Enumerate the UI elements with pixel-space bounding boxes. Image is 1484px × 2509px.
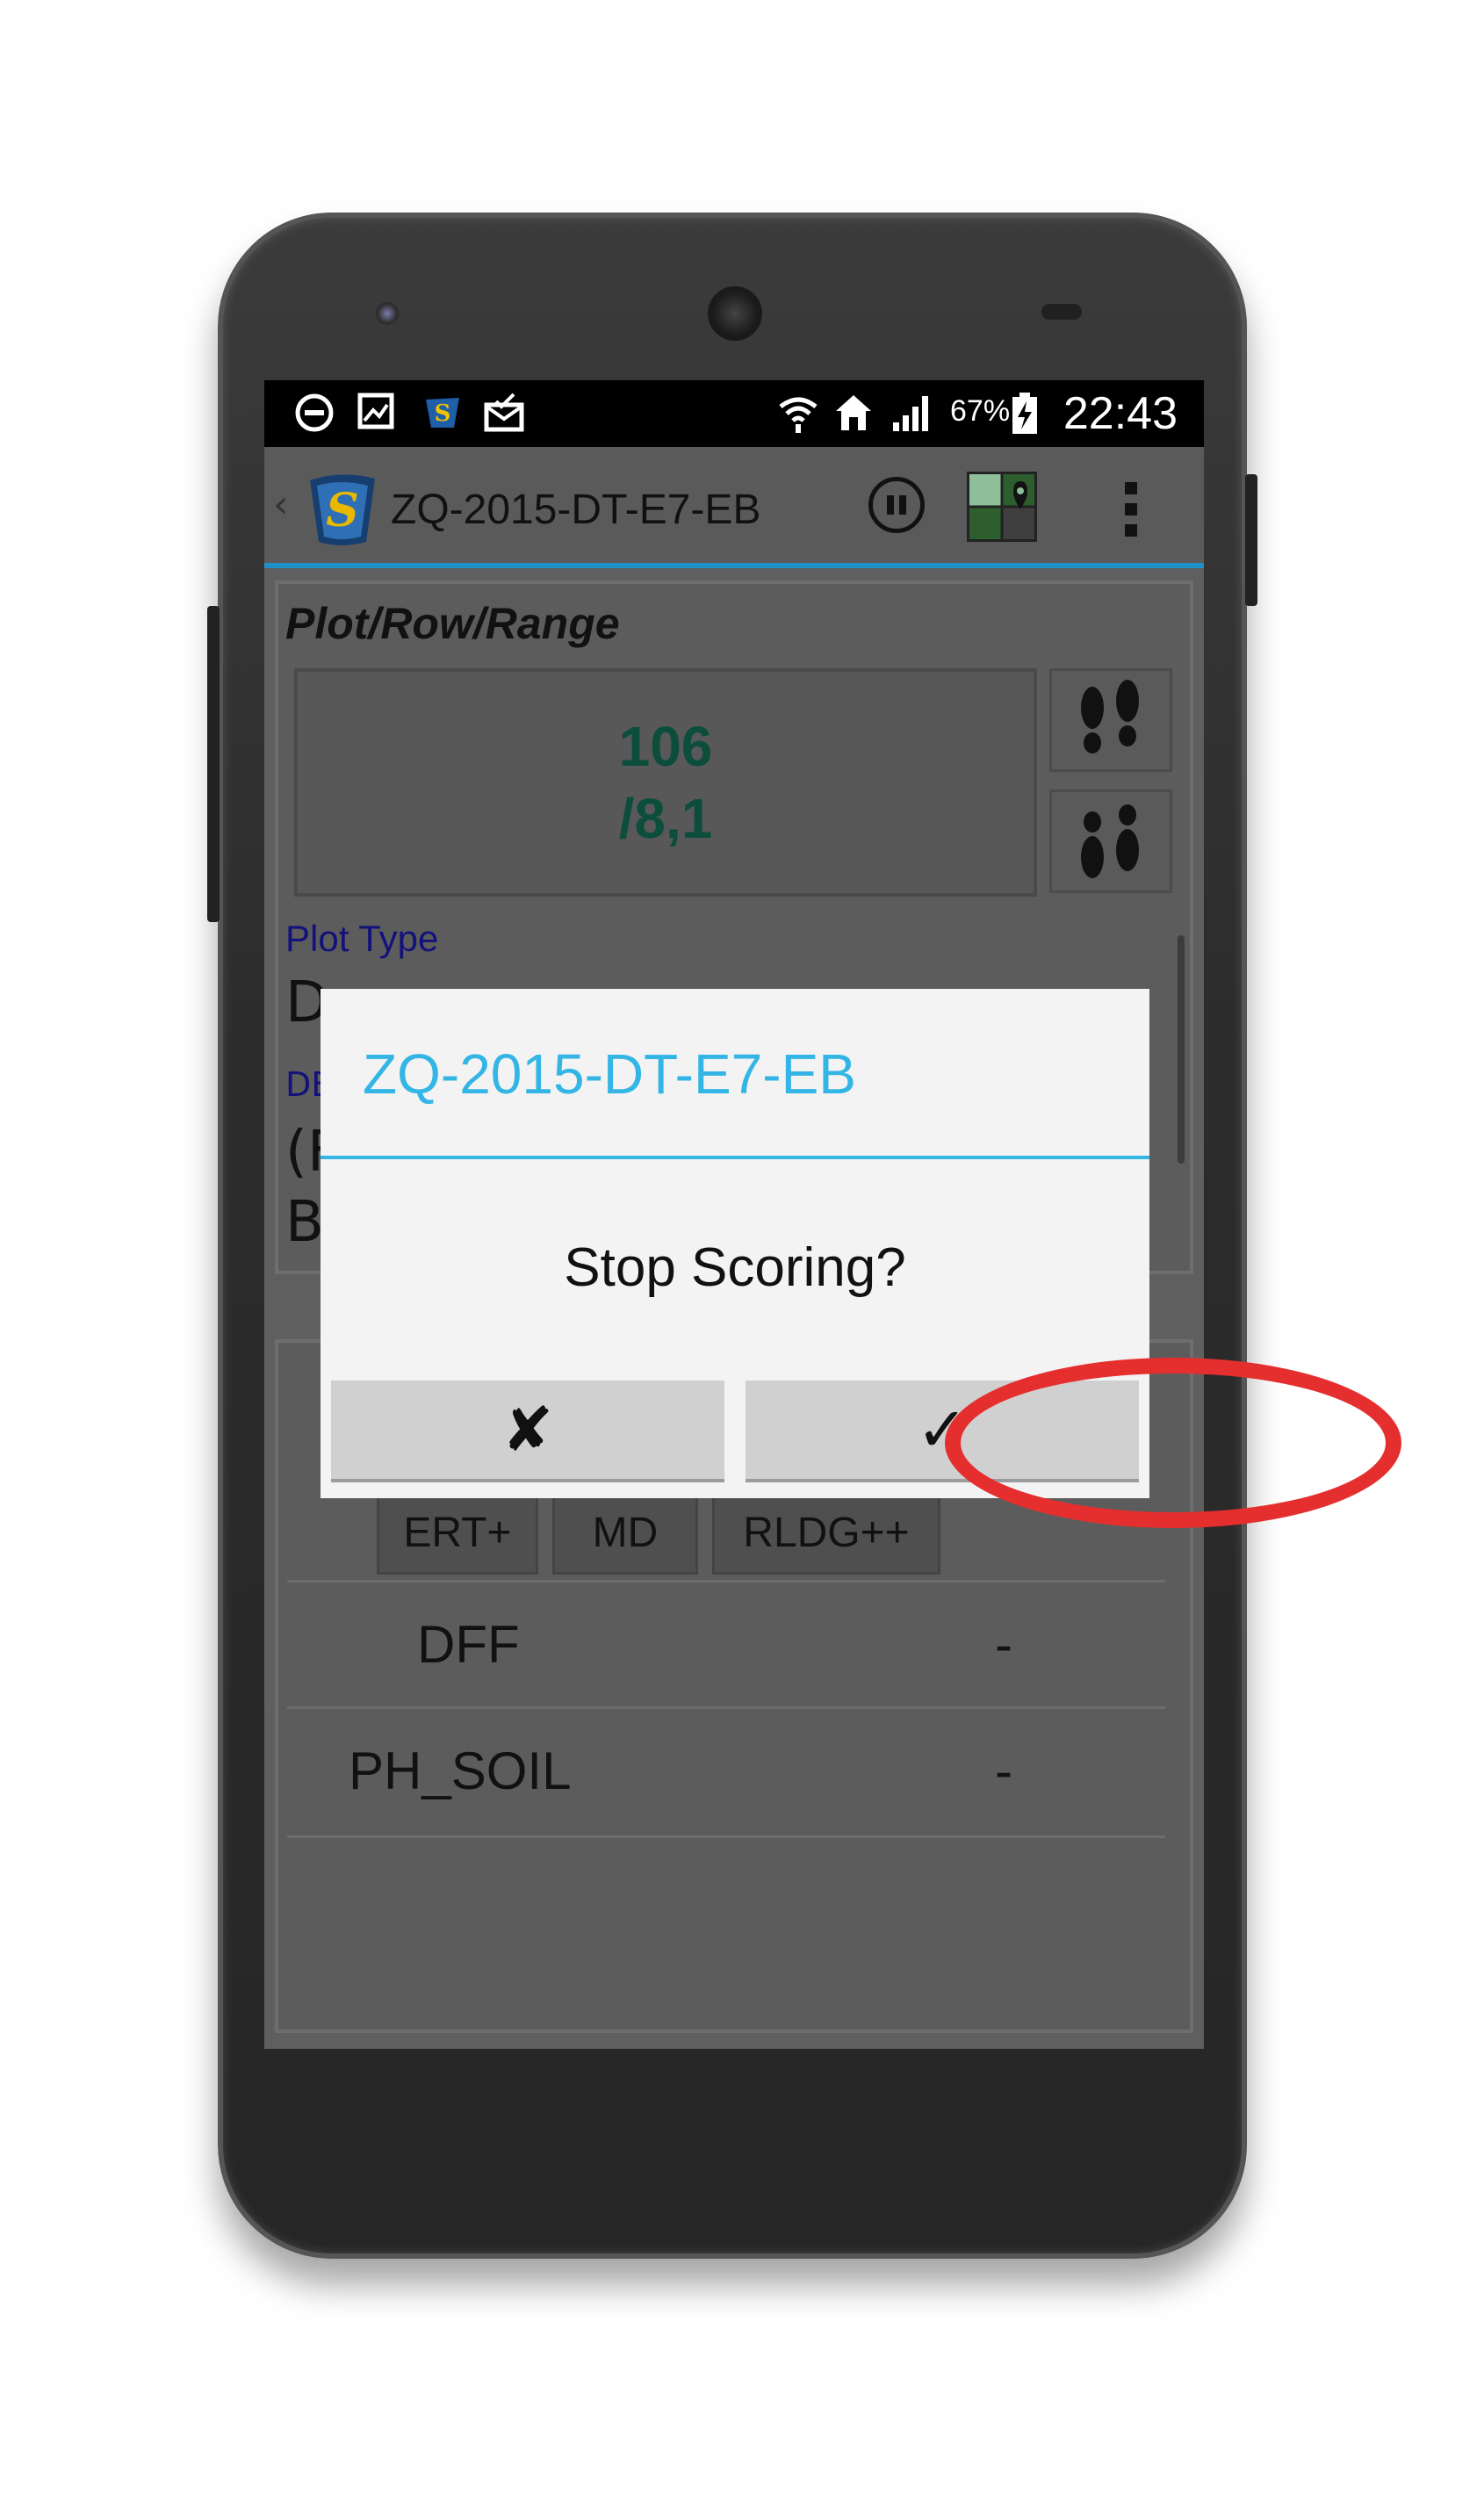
trait-button-rldg[interactable]: RLDG++ — [712, 1494, 940, 1575]
footprints-backward-icon — [1071, 804, 1150, 901]
dialog-divider — [321, 1156, 1149, 1159]
earpiece-speaker — [708, 286, 762, 341]
dialog-title: ZQ-2015-DT-E7-EB — [363, 1042, 856, 1106]
app-logo-notification-icon: S — [422, 393, 463, 442]
battery-percent: 67% — [950, 394, 1011, 428]
trait-name: DFF — [417, 1615, 520, 1674]
plot-type-label: Plot Type — [285, 918, 439, 959]
status-bar: S 67% 22:43 — [264, 380, 1204, 447]
trait-value: - — [995, 1615, 1012, 1674]
home-icon — [833, 393, 874, 442]
plot-number: 106 — [618, 715, 713, 778]
second-attribute-value-line2: B — [285, 1190, 324, 1255]
highlight-ellipse — [945, 1358, 1401, 1528]
next-plot-button[interactable] — [1049, 668, 1172, 772]
volume-button — [207, 606, 220, 922]
map-pin-icon[interactable] — [967, 472, 1037, 542]
back-chevron-icon[interactable]: ‹ — [273, 482, 289, 527]
app-title: ZQ-2015-DT-E7-EB — [391, 487, 761, 533]
mail-notification-icon — [484, 393, 524, 442]
image-notification-icon — [357, 393, 394, 438]
pause-icon[interactable] — [868, 477, 925, 533]
do-not-disturb-icon — [294, 393, 335, 442]
attributes-scrollbar[interactable] — [1178, 935, 1185, 1164]
cancel-button[interactable]: ✘ — [331, 1381, 724, 1482]
overflow-menu-icon[interactable] — [1125, 482, 1139, 538]
plot-row-range-label: Plot/Row/Range — [285, 599, 620, 648]
proximity-sensor — [1041, 304, 1082, 320]
trait-button-md[interactable]: MD — [552, 1494, 698, 1575]
battery-charging-icon — [1011, 393, 1039, 443]
svg-text:S: S — [435, 400, 451, 427]
front-camera — [376, 302, 399, 325]
previous-plot-button[interactable] — [1049, 789, 1172, 893]
signal-icon — [890, 393, 933, 442]
action-bar: ‹ S ZQ-2015-DT-E7-EB — [264, 447, 1204, 568]
wifi-icon — [777, 393, 819, 443]
dialog-message: Stop Scoring? — [564, 1237, 906, 1298]
row-range: /8,1 — [618, 787, 713, 850]
screen: S 67% 22:43 ‹ S ZQ-2015-DT-E7-EB Plot/Ro… — [264, 380, 1204, 2049]
power-button — [1245, 474, 1257, 606]
trait-name: PH_SOIL — [349, 1741, 572, 1800]
app-logo-icon[interactable]: S — [305, 468, 380, 547]
plot-display: 106 /8,1 — [294, 668, 1037, 897]
trait-value: - — [995, 1741, 1012, 1800]
status-clock: 22:43 — [1063, 388, 1178, 439]
svg-text:S: S — [326, 484, 359, 537]
trait-row-ph-soil[interactable]: PH_SOIL - — [287, 1706, 1165, 1838]
trait-row-dff[interactable]: DFF - — [287, 1580, 1165, 1709]
trait-button-ert[interactable]: ERT+ — [377, 1494, 538, 1575]
footprints-forward-icon — [1071, 680, 1150, 780]
